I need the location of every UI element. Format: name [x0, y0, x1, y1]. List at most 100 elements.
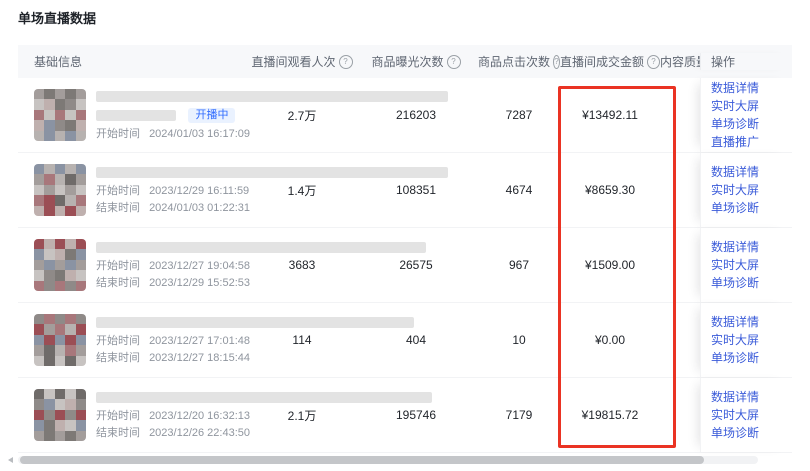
- action-link[interactable]: 数据详情: [711, 315, 792, 330]
- blurred-title-bar: [96, 317, 414, 328]
- action-link[interactable]: 实时大屏: [711, 183, 792, 198]
- action-link[interactable]: 数据详情: [711, 390, 792, 405]
- blurred-title: [96, 390, 432, 406]
- exposure-cell: 195746: [354, 408, 478, 422]
- blurred-title-bar: [96, 242, 426, 253]
- action-link[interactable]: 单场诊断: [711, 426, 792, 441]
- table-row: 开始时间 2023/12/20 16:32:13 结束时间 2023/12/26…: [18, 378, 792, 453]
- viewers-cell: 114: [250, 333, 354, 347]
- blurred-title-bar: [96, 392, 432, 403]
- action-link[interactable]: 直播推广: [711, 135, 792, 150]
- clicks-cell: 7287: [478, 108, 560, 122]
- column-header-label: 内容质量: [660, 53, 700, 70]
- end-time-label: 结束时间: [96, 202, 140, 214]
- thumbnail: [34, 164, 86, 216]
- viewers-cell: 2.7万: [250, 107, 354, 124]
- start-time: 开始时间 2024/01/03 16:17:09: [96, 127, 448, 141]
- table-row: 开始时间 2023/12/27 19:04:58 结束时间 2023/12/29…: [18, 228, 792, 303]
- clicks-cell: 4674: [478, 183, 560, 197]
- column-header: 基础信息: [18, 53, 250, 70]
- page: 单场直播数据 基础信息直播间观看人次?商品曝光次数?商品点击次数?直播间成交金额…: [0, 0, 810, 471]
- basic-info-cell: 开播中 开始时间 2024/01/03 16:17:09: [18, 89, 250, 141]
- end-time: 结束时间 2023/12/27 18:15:44: [96, 351, 414, 365]
- clicks-cell: 967: [478, 258, 560, 272]
- column-header: 操作: [700, 53, 792, 70]
- exposure-cell: 216203: [354, 108, 478, 122]
- column-header: 商品点击次数?: [478, 53, 560, 70]
- table-row: 开始时间 2023/12/29 16:11:59 结束时间 2024/01/03…: [18, 153, 792, 228]
- blurred-title: [96, 240, 426, 256]
- start-time-label: 开始时间: [96, 335, 140, 347]
- info-icon[interactable]: ?: [339, 55, 353, 69]
- end-time-value: 2023/12/29 15:52:53: [149, 277, 250, 289]
- start-time-value: 2024/01/03 16:17:09: [149, 128, 250, 140]
- thumbnail: [34, 389, 86, 441]
- end-time: 结束时间 2023/12/29 15:52:53: [96, 276, 426, 290]
- info-icon[interactable]: ?: [447, 55, 461, 69]
- start-time-value: 2023/12/27 19:04:58: [149, 260, 250, 272]
- action-link[interactable]: 数据详情: [711, 165, 792, 180]
- start-time-value: 2023/12/27 17:01:48: [149, 335, 250, 347]
- blurred-title: [96, 315, 414, 331]
- horizontal-scrollbar[interactable]: [18, 456, 758, 464]
- end-time-label: 结束时间: [96, 277, 140, 289]
- column-header-label: 直播间观看人次: [251, 53, 335, 70]
- column-header-label: 商品曝光次数: [371, 53, 443, 70]
- basic-info-cell: 开始时间 2023/12/29 16:11:59 结束时间 2024/01/03…: [18, 164, 250, 216]
- end-time: 结束时间 2024/01/03 01:22:31: [96, 201, 448, 215]
- actions-cell: 数据详情实时大屏单场诊断: [700, 153, 792, 227]
- action-link[interactable]: 单场诊断: [711, 117, 792, 132]
- actions-cell: 数据详情实时大屏单场诊断: [700, 228, 792, 302]
- viewers-cell: 1.4万: [250, 182, 354, 199]
- action-link[interactable]: 数据详情: [711, 240, 792, 255]
- action-link[interactable]: 单场诊断: [711, 351, 792, 366]
- table-body: 开播中 开始时间 2024/01/03 16:17:09 2.7万 216203…: [18, 78, 792, 453]
- end-time-label: 结束时间: [96, 427, 140, 439]
- end-time-label: 结束时间: [96, 352, 140, 364]
- start-time-value: 2023/12/29 16:11:59: [149, 185, 249, 197]
- action-link[interactable]: 单场诊断: [711, 201, 792, 216]
- end-time-value: 2024/01/03 01:22:31: [149, 202, 250, 214]
- viewers-cell: 2.1万: [250, 407, 354, 424]
- column-header: 商品曝光次数?: [354, 53, 478, 70]
- actions-cell: 数据详情实时大屏单场诊断: [700, 303, 792, 377]
- start-time-value: 2023/12/20 16:32:13: [149, 410, 250, 422]
- clicks-cell: 7179: [478, 408, 560, 422]
- thumbnail: [34, 89, 86, 141]
- status-badge: 开播中: [188, 108, 235, 123]
- scrollbar-thumb[interactable]: [20, 456, 704, 464]
- basic-info-cell: 开始时间 2023/12/27 17:01:48 结束时间 2023/12/27…: [18, 314, 250, 366]
- start-time-label: 开始时间: [96, 410, 140, 422]
- gmv-cell: ¥1509.00: [560, 258, 660, 272]
- blurred-title-bar: [96, 110, 176, 121]
- blurred-title-bar: [96, 167, 448, 178]
- start-time-label: 开始时间: [96, 185, 140, 197]
- table-header: 基础信息直播间观看人次?商品曝光次数?商品点击次数?直播间成交金额?内容质量操作: [18, 45, 792, 78]
- column-header: 直播间成交金额?: [560, 53, 660, 70]
- action-link[interactable]: 单场诊断: [711, 276, 792, 291]
- column-header-label: 操作: [711, 53, 735, 70]
- action-link[interactable]: 实时大屏: [711, 258, 792, 273]
- column-header-label: 基础信息: [34, 53, 82, 70]
- action-link[interactable]: 实时大屏: [711, 99, 792, 114]
- column-header: 直播间观看人次?: [250, 53, 354, 70]
- start-time-label: 开始时间: [96, 260, 140, 272]
- column-header-label: 直播间成交金额: [560, 53, 644, 70]
- actions-cell: 数据详情实时大屏单场诊断: [700, 378, 792, 452]
- scrollbar-left-arrow-icon[interactable]: [8, 457, 13, 463]
- viewers-cell: 3683: [250, 258, 354, 272]
- action-link[interactable]: 数据详情: [711, 81, 792, 96]
- end-time-value: 2023/12/27 18:15:44: [149, 352, 250, 364]
- start-time-label: 开始时间: [96, 128, 140, 140]
- action-link[interactable]: 实时大屏: [711, 333, 792, 348]
- thumbnail: [34, 314, 86, 366]
- info-icon[interactable]: ?: [553, 55, 560, 69]
- table-row: 开始时间 2023/12/27 17:01:48 结束时间 2023/12/27…: [18, 303, 792, 378]
- blurred-title-bar: [96, 91, 448, 102]
- end-time-value: 2023/12/26 22:43:50: [149, 427, 250, 439]
- info-icon[interactable]: ?: [647, 55, 660, 69]
- page-title: 单场直播数据: [18, 8, 96, 27]
- column-header-label: 商品点击次数: [478, 53, 550, 70]
- thumbnail: [34, 239, 86, 291]
- action-link[interactable]: 实时大屏: [711, 408, 792, 423]
